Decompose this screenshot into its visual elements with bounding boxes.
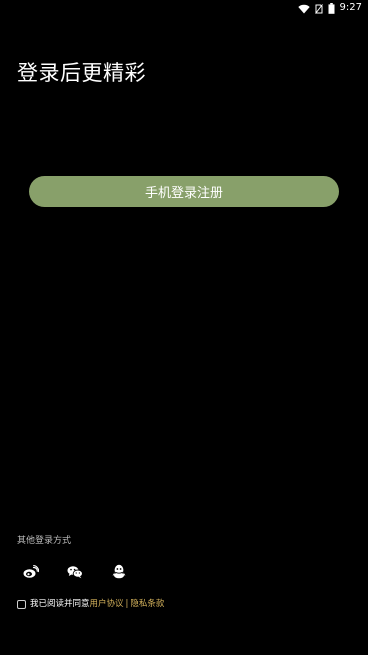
other-login-label: 其他登录方式 [17,536,72,546]
page-title: 登录后更精彩 [17,61,146,85]
no-sim-icon [314,0,323,18]
wechat-login-button[interactable] [66,564,84,582]
qq-login-button[interactable] [110,564,128,582]
privacy-policy-link[interactable]: 隐私条款 [130,598,164,610]
phone-login-button-label: 手机登录注册 [144,186,223,201]
status-time: 9:27 [339,2,362,13]
user-agreement-link[interactable]: 用户协议 [90,598,124,610]
status-icons: 9:27 [297,2,362,14]
status-bar: 9:27 [0,0,368,16]
weibo-icon [23,564,40,583]
agreement-row: 我已阅读并同意 用户协议 | 隐私条款 [17,598,164,610]
wechat-icon [67,564,83,583]
battery-icon [328,0,335,18]
social-login-row [0,564,368,582]
qq-icon [112,564,126,583]
phone-login-button[interactable]: 手机登录注册 [29,176,339,207]
agreement-prefix: 我已阅读并同意 [30,599,90,609]
weibo-login-button[interactable] [22,564,40,582]
agreement-separator: | [125,599,129,609]
agreement-checkbox[interactable] [17,599,26,609]
wifi-icon [297,0,310,18]
